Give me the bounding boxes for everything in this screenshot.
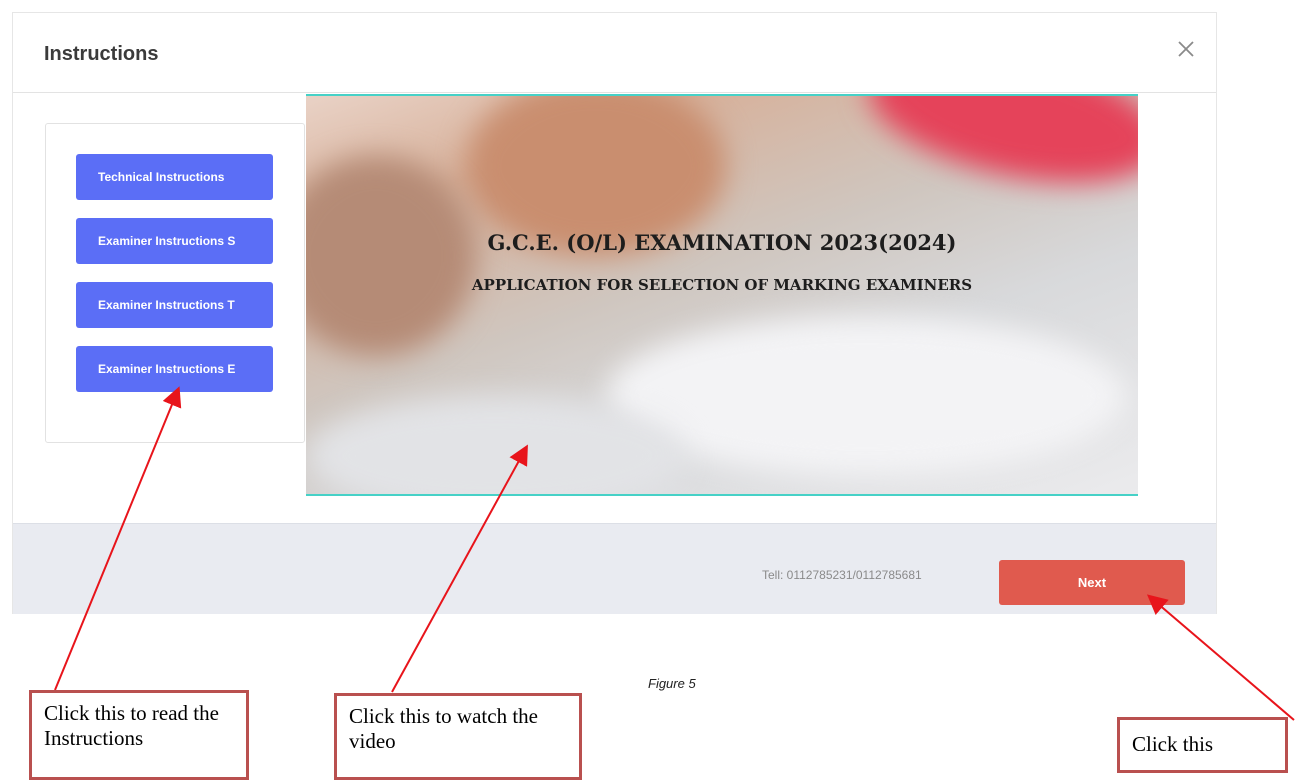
annotation-arrows <box>54 386 1295 721</box>
arrow-to-instructions <box>54 386 182 691</box>
next-callout: Click this <box>1117 717 1288 773</box>
arrow-to-video <box>391 444 528 693</box>
video-callout: Click this to watch the video <box>334 693 582 780</box>
instructions-callout: Click this to read the Instructions <box>29 690 249 780</box>
arrow-to-next <box>1146 594 1295 721</box>
